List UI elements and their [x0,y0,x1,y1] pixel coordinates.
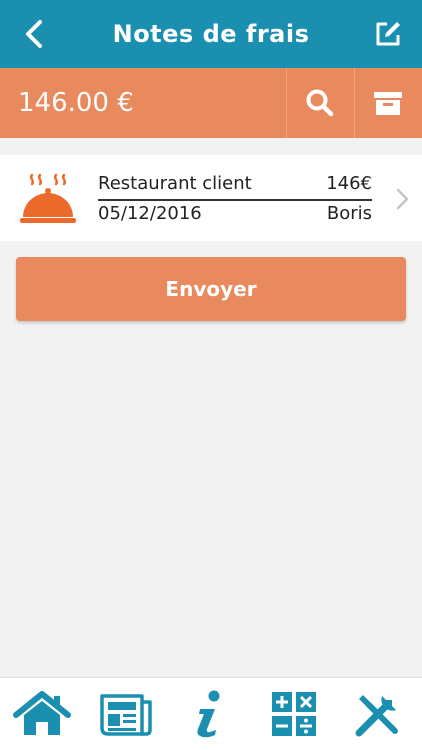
tab-calculator[interactable] [262,684,326,744]
expense-date: 05/12/2016 [98,203,202,224]
calculator-icon [272,692,316,736]
divider [98,199,372,201]
tools-icon [355,695,398,737]
total-bar: 146.00 € [0,68,422,138]
edit-button[interactable] [368,14,408,54]
expense-name: Restaurant client [98,173,252,194]
info-icon [197,690,220,738]
bottom-tab-bar [0,677,422,750]
total-amount: 146.00 € [18,88,134,118]
tab-tools[interactable] [346,684,410,744]
restaurant-cloche-icon [20,173,76,223]
archive-icon [374,92,402,115]
tab-news[interactable] [94,684,158,744]
expense-amount: 146€ [326,173,372,194]
back-button[interactable] [14,14,54,54]
expense-list-item[interactable]: Restaurant client 146€ 05/12/2016 Boris [0,155,422,241]
edit-icon [376,22,400,46]
tab-home[interactable] [10,684,74,744]
newspaper-icon [100,694,152,736]
expense-person: Boris [326,203,372,224]
tab-info[interactable] [178,684,242,744]
chevron-left-icon [26,20,42,48]
home-icon [13,691,71,735]
top-bar: Notes de frais [0,0,422,68]
search-icon [306,89,334,117]
page-title: Notes de frais [112,20,310,48]
send-button[interactable]: Envoyer [16,257,406,321]
chevron-right-icon [396,188,409,210]
archive-button[interactable] [355,68,421,138]
search-button[interactable] [287,68,353,138]
